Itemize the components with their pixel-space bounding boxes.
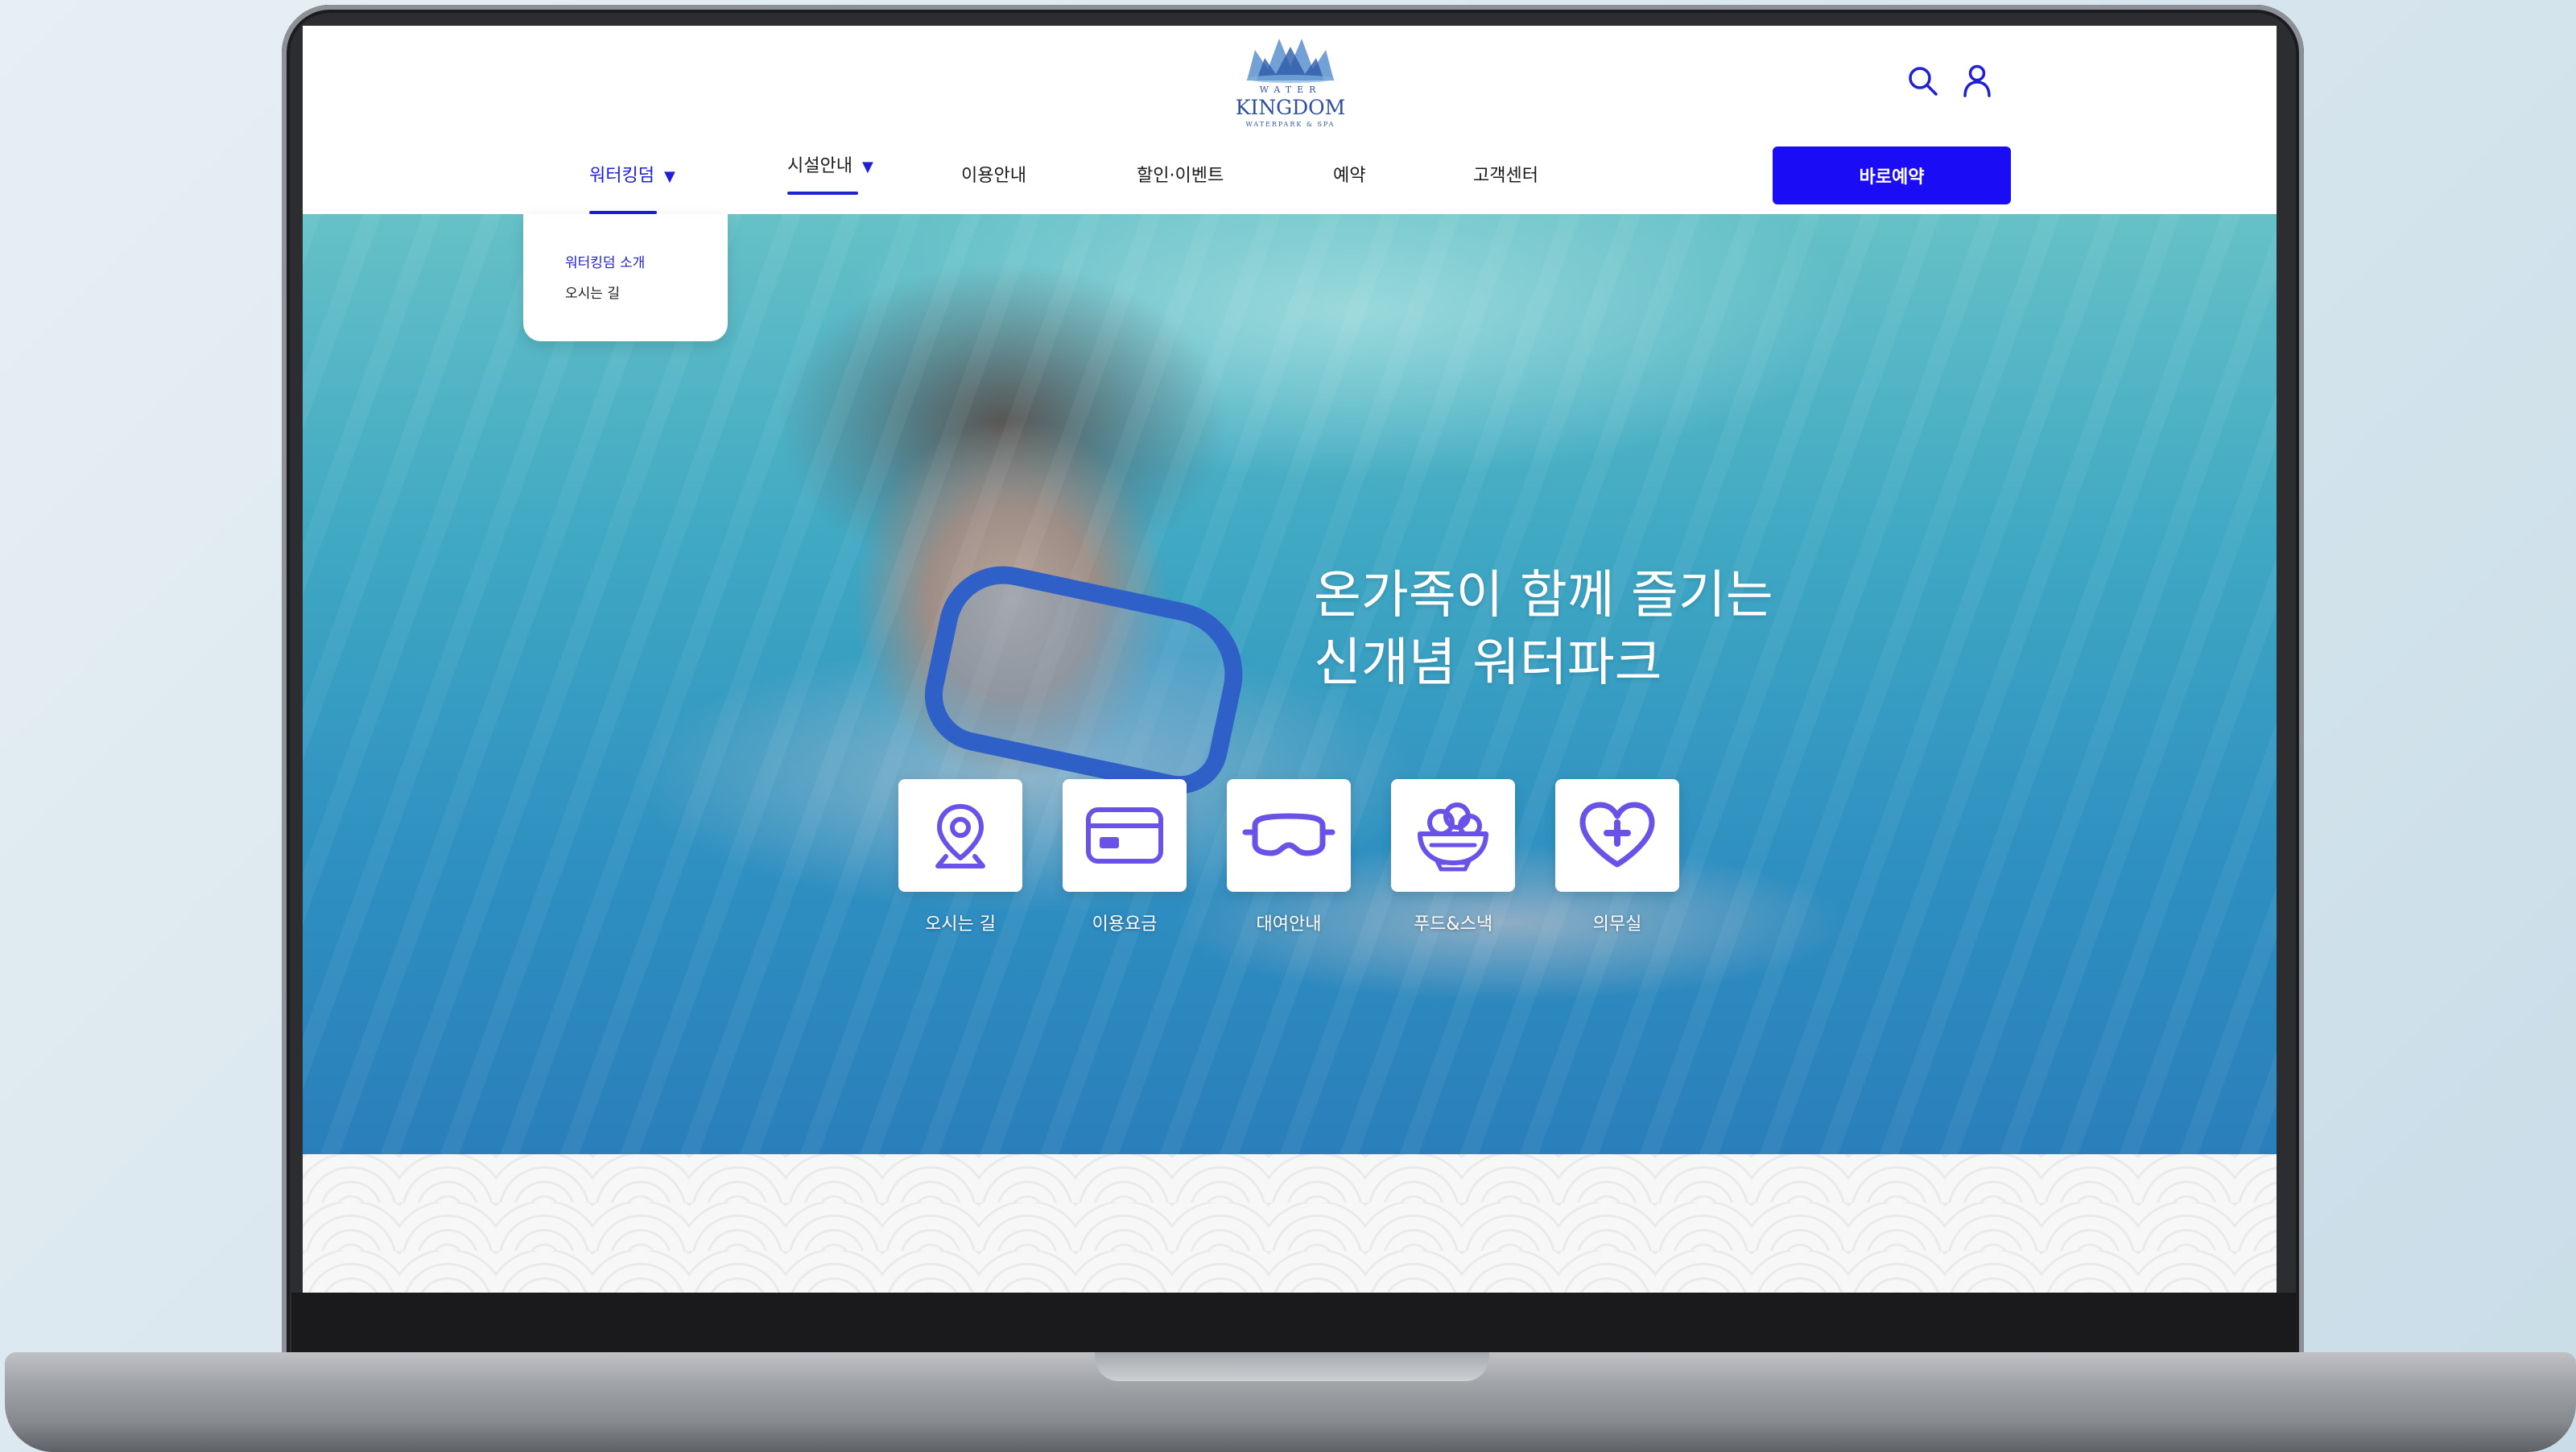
site-header: WATER KINGDOM WATERPARK & SPA 워터킹덤 ▼ 시설안내… (303, 26, 2277, 214)
quick-link-label: 이용요금 (1092, 914, 1158, 934)
dropdown-item-directions[interactable]: 오시는 길 (565, 282, 620, 302)
nav-hover-underline (787, 192, 858, 195)
quick-link-label: 푸드&스낵 (1413, 914, 1493, 934)
goggles-icon (1242, 813, 1335, 856)
logo-line-water: WATER (1259, 85, 1322, 95)
quick-link-directions[interactable]: 오시는 길 (898, 779, 1022, 935)
quick-link-label: 의무실 (1592, 914, 1642, 934)
laptop-base-notch (1095, 1352, 1489, 1381)
nav-item-label: 고객센터 (1473, 166, 1538, 186)
quick-link-label: 대여안내 (1256, 914, 1322, 934)
quick-link-rental[interactable]: 대여안내 (1227, 779, 1351, 935)
quick-link-pricing[interactable]: 이용요금 (1063, 779, 1187, 935)
quick-link-food-snack[interactable]: 푸드&스낵 (1391, 779, 1515, 935)
site-logo[interactable]: WATER KINGDOM WATERPARK & SPA (1233, 34, 1348, 138)
caret-down-icon: ▼ (861, 159, 873, 175)
nav-item-reservation[interactable]: 예약 (1333, 161, 1365, 209)
hero-section: 온가족이 함께 즐기는 신개념 워터파크 오시는 길 이용요금 대여안내 푸드&… (303, 214, 2277, 1154)
quick-links: 오시는 길 이용요금 대여안내 푸드&스낵 의무실 (898, 779, 1687, 940)
nav-item-facilities[interactable]: 시설안내 ▼ (787, 151, 873, 200)
credit-card-icon (1086, 807, 1163, 864)
wave-pattern-band (303, 1154, 2277, 1293)
location-pin-icon (935, 804, 985, 868)
nav-item-label: 예약 (1333, 166, 1366, 186)
logo-line-kingdom: KINGDOM (1235, 96, 1346, 119)
quick-link-tile[interactable] (898, 779, 1022, 892)
quick-link-tile[interactable] (1391, 779, 1515, 892)
nav-item-label: 워터킹덤 (589, 166, 654, 186)
water-caustics (303, 214, 2277, 1154)
nav-item-label: 시설안내 (787, 156, 852, 176)
hero-title-line2: 신개념 워터파크 (1314, 633, 1662, 693)
quick-link-tile[interactable] (1063, 779, 1187, 892)
quick-link-tile[interactable] (1227, 779, 1351, 892)
nav-item-label: 할인·이벤트 (1137, 166, 1224, 186)
crown-splash-icon (1247, 39, 1334, 83)
food-bowl-icon (1418, 802, 1488, 872)
nav-item-usage-guide[interactable]: 이용안내 (961, 161, 1026, 209)
nav-item-customer-center[interactable]: 고객센터 (1473, 161, 1538, 209)
browser-screen: WATER KINGDOM WATERPARK & SPA 워터킹덤 ▼ 시설안내… (303, 26, 2277, 1293)
nav-item-waterkingdom[interactable]: 워터킹덤 ▼ (589, 161, 675, 214)
quick-link-tile[interactable] (1555, 779, 1679, 892)
hero-title: 온가족이 함께 즐기는 신개념 워터파크 (1314, 562, 1773, 697)
nav-item-label: 이용안내 (961, 166, 1026, 186)
quick-link-infirmary[interactable]: 의무실 (1555, 779, 1679, 935)
caret-down-icon: ▼ (663, 168, 675, 185)
quick-reservation-button[interactable]: 바로예약 (1773, 146, 2011, 204)
search-icon[interactable] (1901, 60, 1943, 101)
nav-item-discount-event[interactable]: 할인·이벤트 (1137, 161, 1224, 209)
user-icon[interactable] (1956, 60, 1998, 101)
quick-link-label: 오시는 길 (925, 914, 996, 934)
logo-line-sub: WATERPARK & SPA (1245, 121, 1335, 128)
dropdown-item-about[interactable]: 워터킹덤 소개 (565, 251, 645, 271)
hero-title-line1: 온가족이 함께 즐기는 (1314, 566, 1773, 625)
heart-plus-icon (1579, 802, 1655, 868)
nav-dropdown-menu: 워터킹덤 소개 오시는 길 (523, 214, 728, 341)
